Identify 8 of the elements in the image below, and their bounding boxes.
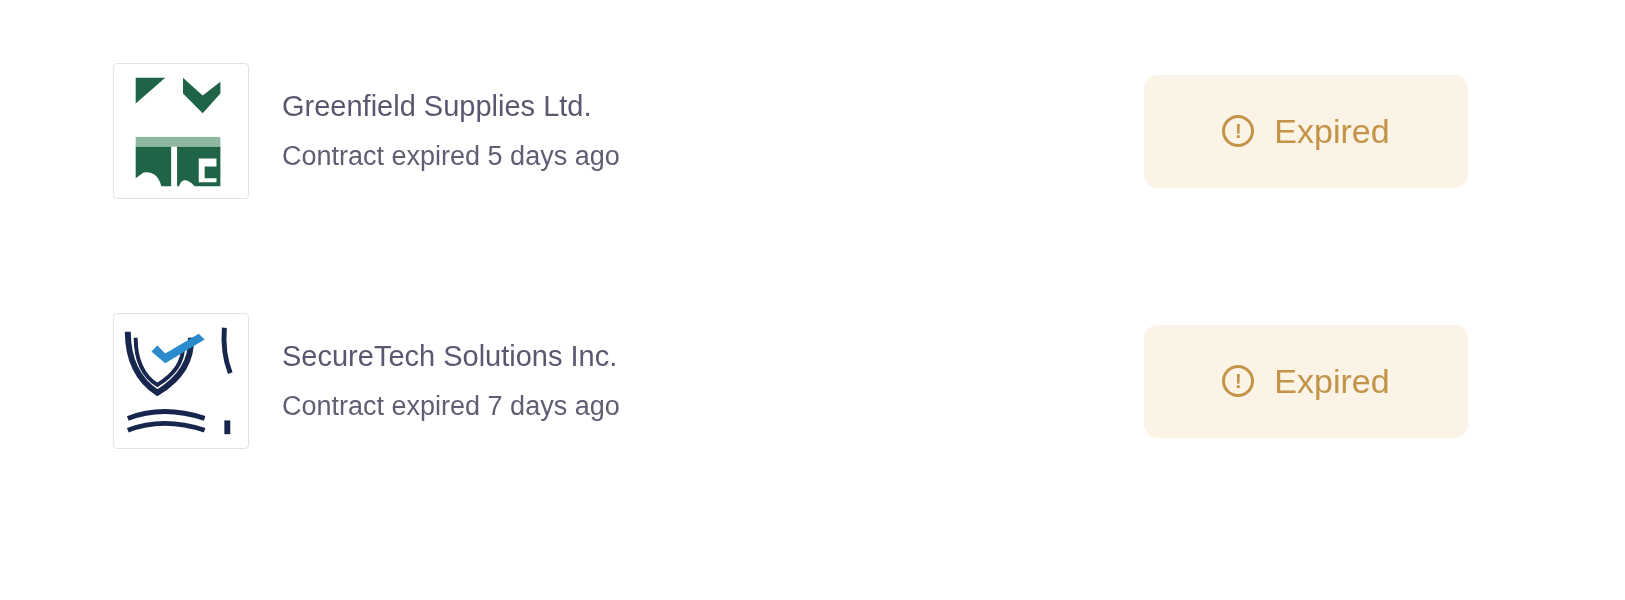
company-name: SecureTech Solutions Inc.: [282, 340, 619, 373]
contract-status-text: Contract expired 7 days ago: [282, 391, 621, 422]
contract-status-text: Contract expired 5 days ago: [282, 141, 621, 172]
status-label: Expired: [1274, 361, 1390, 401]
alert-icon: !: [1222, 365, 1255, 397]
status-label: Expired: [1274, 111, 1390, 151]
alert-icon: !: [1222, 115, 1255, 147]
company-name: Greenfield Supplies Ltd.: [282, 90, 593, 123]
